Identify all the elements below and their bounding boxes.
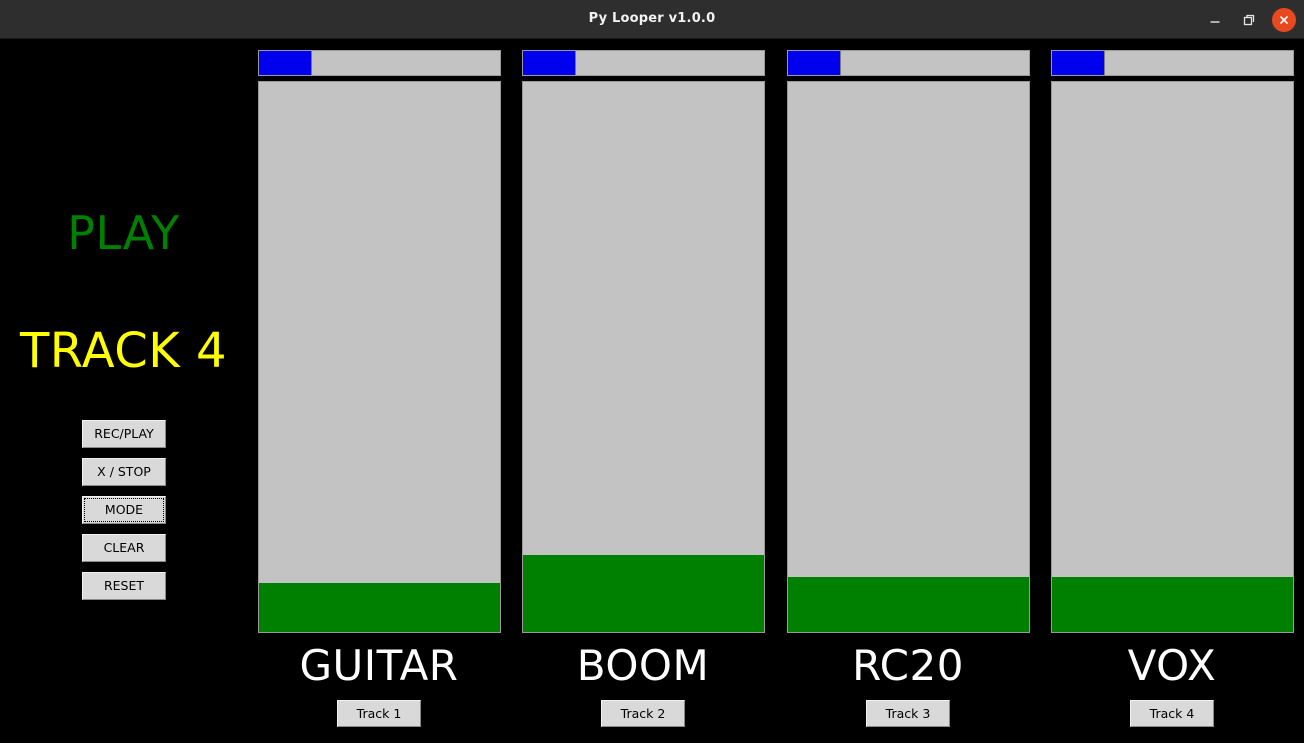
rec-play-button[interactable]: REC/PLAY [82,420,166,448]
track-select-button[interactable]: Track 2 [601,700,685,727]
track-progress-bar[interactable] [522,50,765,76]
reset-button[interactable]: RESET [82,572,166,600]
track-progress-fill [788,51,842,75]
maximize-icon[interactable] [1238,9,1260,31]
transport-button-group: REC/PLAY X / STOP MODE CLEAR RESET [82,420,166,600]
minimize-icon[interactable] [1204,9,1226,31]
title-bar: Py Looper v1.0.0 [0,0,1304,39]
window-controls [1204,0,1296,39]
track-progress-fill [523,51,577,75]
track-strip-container: GUITAR Track 1 BOOM Track 2 RC20 Track 3… [247,39,1304,743]
track-select-button[interactable]: Track 1 [337,700,421,727]
track-level-fill [259,582,500,632]
track-strip: BOOM Track 2 [511,39,775,743]
track-name-label: GUITAR [299,641,459,690]
track-level-fill [1052,577,1293,632]
mode-button[interactable]: MODE [82,496,166,524]
selected-track-label: TRACK 4 [19,323,227,379]
track-level-fill [788,577,1029,632]
track-select-button[interactable]: Track 3 [866,700,950,727]
track-strip: RC20 Track 3 [776,39,1040,743]
track-strip: VOX Track 4 [1040,39,1304,743]
track-progress-bar[interactable] [258,50,501,76]
track-progress-fill [259,51,313,75]
track-name-label: RC20 [852,641,964,690]
track-level-meter[interactable] [1051,81,1294,633]
track-level-meter[interactable] [258,81,501,633]
clear-button[interactable]: CLEAR [82,534,166,562]
track-strip: GUITAR Track 1 [247,39,511,743]
track-level-meter[interactable] [787,81,1030,633]
track-progress-bar[interactable] [1051,50,1294,76]
track-select-button[interactable]: Track 4 [1130,700,1214,727]
track-level-meter[interactable] [522,81,765,633]
window-title: Py Looper v1.0.0 [588,11,716,26]
track-level-fill [523,555,764,632]
track-progress-fill [1052,51,1106,75]
close-icon[interactable] [1272,7,1296,32]
track-name-label: VOX [1127,641,1217,690]
track-name-label: BOOM [576,641,710,690]
status-mode-label: PLAY [67,206,180,260]
control-panel: PLAY TRACK 4 REC/PLAY X / STOP MODE CLEA… [0,39,247,743]
stop-button[interactable]: X / STOP [82,458,166,486]
track-progress-bar[interactable] [787,50,1030,76]
